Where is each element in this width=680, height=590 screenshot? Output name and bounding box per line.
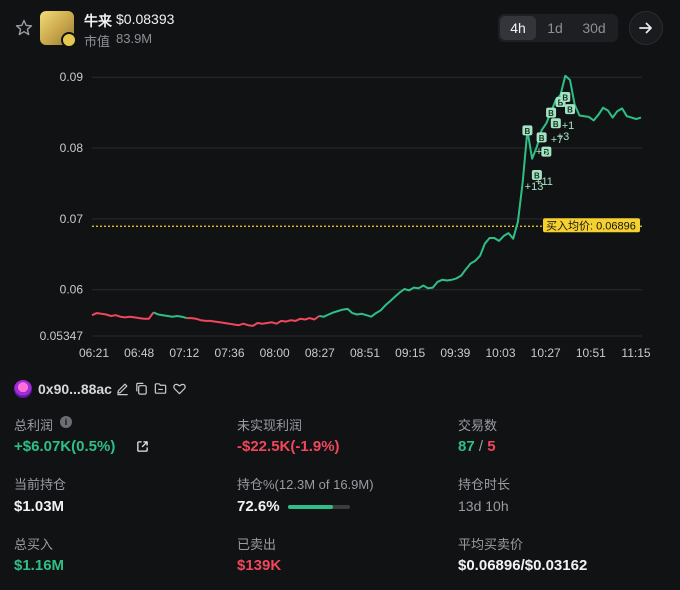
holding-label: 当前持仓 <box>14 477 67 492</box>
heart-icon[interactable] <box>172 381 187 396</box>
trades-label: 交易数 <box>458 418 498 433</box>
folder-icon[interactable] <box>153 381 168 396</box>
wallet-avatar <box>14 380 32 398</box>
arrow-right-icon <box>639 22 652 34</box>
position-label: 持仓%(12.3M of 16.9M) <box>237 477 374 492</box>
trades-separator: / <box>478 438 484 455</box>
star-icon[interactable] <box>14 18 34 38</box>
wallet-row: 0x90...88ac <box>14 379 274 399</box>
sold-value: $139K <box>237 557 282 574</box>
price-line-segment <box>153 311 187 320</box>
market-cap-label: 市值 <box>84 34 111 49</box>
token-name: 牛来 <box>84 13 112 29</box>
sold-label: 已卖出 <box>237 537 277 552</box>
x-tick-label: 07:12 <box>169 346 199 360</box>
x-tick-label: 10:51 <box>576 346 606 360</box>
trades-buys: 87 <box>458 438 475 455</box>
buy-marker-label: B <box>525 127 531 136</box>
wallet-address[interactable]: 0x90...88ac <box>38 381 112 397</box>
total-profit-value: +$6.07K(0.5%) <box>14 438 116 455</box>
x-axis-ticks: 06:21 06:48 07:12 07:36 08:00 08:27 08:51 09:15… <box>79 346 651 360</box>
chain-badge <box>61 32 77 48</box>
avg-buy-price-tag: 买入均价: 0.06896 <box>543 218 640 233</box>
buy-marker-label: B <box>548 109 554 118</box>
x-tick-label: 09:39 <box>440 346 470 360</box>
holding-value: $1.03M <box>14 498 65 515</box>
x-tick-label: 08:00 <box>260 346 290 360</box>
avg-price-value: $0.06896/$0.03162 <box>458 557 588 574</box>
hold-time-value: 13d 10h <box>458 498 509 514</box>
x-tick-label: 11:15 <box>621 346 650 360</box>
buy-amount-label: +1 <box>562 120 575 132</box>
x-tick-label: 06:48 <box>124 346 154 360</box>
external-link-icon[interactable] <box>136 440 149 453</box>
buy-amount-label: +5 <box>536 146 549 158</box>
market-cap-value: 83.9M <box>116 31 153 46</box>
token-avatar <box>40 11 77 48</box>
avg-buy-price-label: 买入均价: 0.06896 <box>546 219 636 232</box>
x-tick-label: 07:36 <box>214 346 244 360</box>
x-tick-label: 08:27 <box>305 346 335 360</box>
price-chart: 0.090.080.070.060.05347 06:21 06:48 07:12 0… <box>40 70 651 360</box>
trades-sells: 5 <box>487 438 496 455</box>
info-icon[interactable]: i <box>60 416 72 428</box>
price-line-segment <box>91 311 155 320</box>
total-bought-value: $1.16M <box>14 557 65 574</box>
x-tick-label: 06:21 <box>79 346 109 360</box>
y-tick-label: 0.07 <box>60 212 84 226</box>
total-profit-label: 总利润 <box>14 418 54 433</box>
timeframe-selector: 4h 1d 30d <box>498 14 618 42</box>
x-tick-label: 10:03 <box>485 346 515 360</box>
hold-time-label: 持仓时长 <box>458 477 511 492</box>
position-value: 72.6% <box>237 498 280 515</box>
unrealized-profit-value: -$22.5K(-1.9%) <box>237 438 340 455</box>
price-line-segment <box>319 74 642 318</box>
price-series <box>91 74 642 327</box>
buy-marker-label: B <box>553 120 559 129</box>
timeframe-1d-button[interactable]: 1d <box>536 16 574 40</box>
copy-icon[interactable] <box>134 381 149 396</box>
edit-icon[interactable] <box>115 381 130 396</box>
y-tick-label: 0.09 <box>60 70 84 84</box>
x-tick-label: 08:51 <box>350 346 380 360</box>
unrealized-profit-label: 未实现利润 <box>237 418 303 433</box>
y-tick-label: 0.08 <box>60 141 84 155</box>
avg-price-label: 平均买卖价 <box>458 537 524 552</box>
y-tick-label: 0.06 <box>60 283 84 297</box>
x-tick-label: 09:15 <box>395 346 425 360</box>
y-axis-ticks: 0.09 0.08 0.07 0.06 0.05347 <box>40 70 84 343</box>
timeframe-30d-button[interactable]: 30d <box>574 16 614 40</box>
chart-grid <box>92 76 642 337</box>
token-header: 牛来 $0.08393 市值 83.9M 4h 1d 30d <box>0 0 680 56</box>
token-price: $0.08393 <box>116 11 175 27</box>
price-line-segment <box>186 315 320 327</box>
position-bar-fill <box>288 505 333 509</box>
next-button[interactable] <box>629 11 663 45</box>
timeframe-4h-button[interactable]: 4h <box>500 16 536 40</box>
trades-count: 87 / 5 <box>458 438 496 455</box>
buy-marker-label: B <box>567 106 573 115</box>
buy-marker-label: B <box>539 134 545 143</box>
buy-amount-label: +3 <box>557 131 570 143</box>
y-tick-label: 0.05347 <box>40 329 84 343</box>
position-bar <box>288 505 350 509</box>
buy-amount-label: +11 <box>535 176 553 188</box>
x-tick-label: 10:27 <box>531 346 561 360</box>
buy-marker-label: B <box>562 94 568 103</box>
total-bought-label: 总买入 <box>14 537 54 552</box>
